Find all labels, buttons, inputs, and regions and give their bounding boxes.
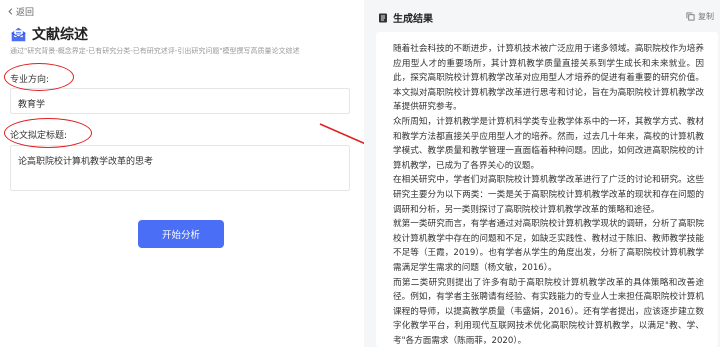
page-header: 文献综述	[10, 24, 88, 44]
result-title: 生成结果	[393, 14, 433, 25]
result-paragraph: 随着社会科技的不断进步，计算机技术被广泛应用于诸多领域。高职院校作为培养应用型人…	[393, 44, 704, 113]
title-textarea[interactable]: 论高职院校计算机教学改革的思考	[10, 145, 350, 191]
page-title: 文献综述	[32, 27, 88, 43]
major-input[interactable]: 教育学	[10, 88, 350, 114]
back-label: 返回	[16, 8, 35, 18]
result-panel: 生成结果 复制 随着社会科技的不断进步，计算机技术被广泛应用于诸多领域。高职院校…	[364, 0, 720, 347]
result-paragraph: 就第一类研究而言，有学者通过对高职院校计算机教学现状的调研，分析了高职院校计算机…	[393, 219, 704, 273]
result-paragraph: 众所周知，计算机教学是计算机科学类专业教学体系中的一环，其教学方式、教材和教学方…	[393, 116, 704, 171]
start-analysis-button[interactable]: 开始分析	[138, 220, 224, 248]
document-icon	[379, 13, 387, 22]
result-paragraph: 在相关研究中，学者们对高职院校计算机教学改革进行了广泛的讨论和研究。这些研究主要…	[393, 175, 704, 215]
copy-button[interactable]: 复制	[686, 11, 714, 22]
page-subtitle: 通过"研究背景-概念界定-已有研究分类-已有研究述评-引出研究问题"模型撰写高质…	[10, 47, 300, 55]
input-panel: 返回 文献综述 通过"研究背景-概念界定-已有研究分类-已有研究述评-引出研究问…	[0, 0, 364, 347]
back-link[interactable]: 返回	[7, 5, 34, 18]
result-header: 生成结果	[378, 10, 433, 25]
copy-icon	[686, 12, 695, 21]
mail-open-icon	[11, 27, 26, 41]
annotation-circle-major	[4, 63, 74, 91]
result-content: 随着社会科技的不断进步，计算机技术被广泛应用于诸多领域。高职院校作为培养应用型人…	[376, 32, 718, 347]
annotation-circle-title	[4, 118, 92, 148]
result-paragraph: 而第二类研究则提出了许多有助于高职院校计算机教学改革的具体策略和改善途径。例如，…	[393, 277, 704, 346]
copy-label: 复制	[698, 12, 714, 21]
chevron-left-icon	[8, 8, 13, 15]
